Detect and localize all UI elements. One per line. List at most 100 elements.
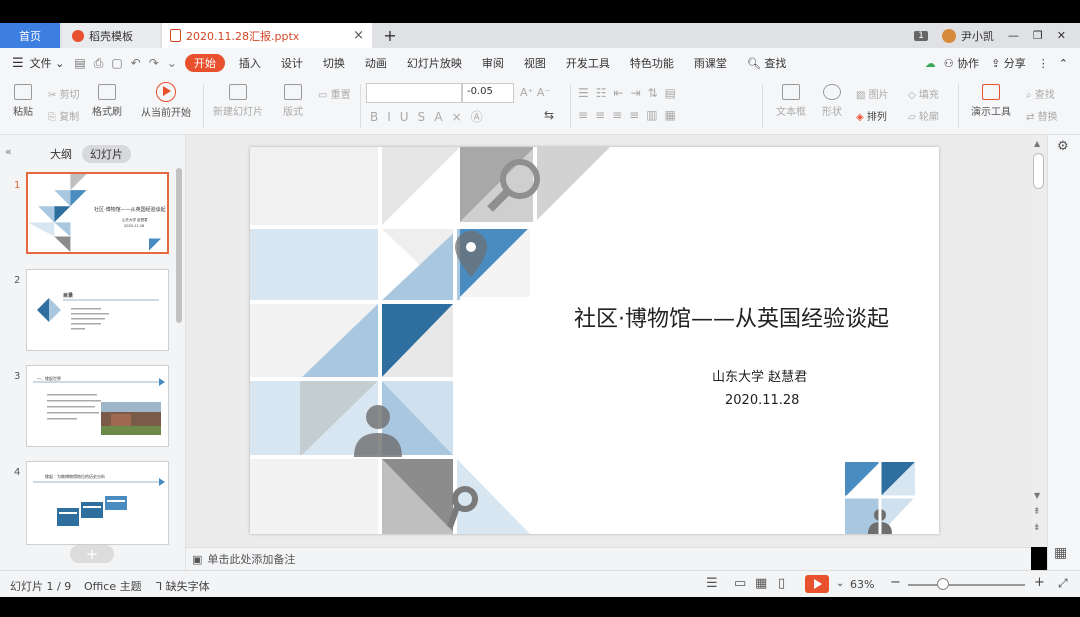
text-box-button[interactable]: 文本框	[772, 84, 810, 118]
presentation-tools-button[interactable]: 演示工具	[965, 84, 1017, 118]
add-slide-button[interactable]: +	[70, 545, 114, 563]
file-menu[interactable]: 文件 ⌄	[28, 48, 71, 78]
slide-sorter-icon[interactable]: ▦	[755, 576, 767, 591]
copy-button[interactable]: ⎘ 复制	[48, 108, 79, 123]
picture-button[interactable]: ▨ 图片	[856, 86, 889, 101]
properties-icon[interactable]: ⚙	[1057, 139, 1069, 154]
play-options-icon[interactable]: ⌄	[836, 578, 844, 589]
cut-button[interactable]: ✂ 剪切	[48, 86, 80, 101]
reading-view-icon[interactable]: ▯	[778, 576, 785, 591]
slide-thumbnail-2[interactable]: 目录	[26, 269, 169, 351]
menu-rain-classroom[interactable]: 雨课堂	[684, 48, 737, 78]
collapse-ribbon-icon[interactable]: ⌃	[1055, 48, 1080, 78]
zoom-slider-handle[interactable]	[937, 578, 949, 590]
alignment-buttons[interactable]: ≡≡≡≡▥▦	[578, 108, 683, 122]
more-icon[interactable]: ⋮	[1032, 48, 1055, 78]
menu-review[interactable]: 审阅	[472, 48, 514, 78]
slide-thumbnail-3[interactable]: 一、缘起世界	[26, 365, 169, 447]
fill-button[interactable]: ◇ 填充	[908, 86, 939, 101]
paragraph-buttons[interactable]: ☰☷⇤⇥⇅▤	[578, 86, 683, 100]
cut-label: 剪切	[59, 90, 80, 101]
redo-icon[interactable]: ↷	[145, 56, 163, 70]
paste-button[interactable]: 粘贴	[8, 84, 38, 118]
slide-author[interactable]: 山东大学 赵慧君	[712, 366, 807, 385]
scroll-up-icon[interactable]: ▲	[1034, 139, 1040, 148]
font-size-select[interactable]: -0.05	[462, 83, 514, 103]
menu-features[interactable]: 特色功能	[620, 48, 684, 78]
new-slide-button[interactable]: 新建幻灯片	[210, 84, 266, 118]
current-slide[interactable]: 社区·博物馆——从英国经验谈起 山东大学 赵慧君 2020.11.28	[250, 147, 939, 534]
close-tab-button[interactable]: ×	[353, 28, 364, 43]
thumbnail-scrollbar[interactable]	[176, 168, 182, 323]
new-tab-button[interactable]: +	[380, 23, 400, 48]
thumbnail-heading: 一、缘起世界	[37, 376, 61, 381]
missing-font-button[interactable]: Ꞁ 缺失字体	[156, 578, 210, 594]
collaborate-button[interactable]: ⚇ 协作	[938, 48, 985, 78]
slide-date[interactable]: 2020.11.28	[725, 393, 799, 408]
close-window-icon[interactable]: ✕	[1057, 29, 1066, 42]
menu-home[interactable]: 开始	[184, 54, 225, 72]
menu-transition[interactable]: 切换	[313, 48, 355, 78]
window-count-badge[interactable]: 1	[914, 30, 928, 41]
next-slide-icon[interactable]: ⇟	[1033, 523, 1041, 533]
zoom-level[interactable]: 63%	[850, 578, 874, 591]
fit-to-window-icon[interactable]: ⤢	[1058, 576, 1068, 591]
undo-icon[interactable]: ↶	[127, 56, 145, 70]
slide-thumbnail-4[interactable]: 缘起：为做博物馆地位的历史分析	[26, 461, 169, 545]
ribbon-divider	[958, 84, 959, 128]
share-button[interactable]: ⇪ 分享	[985, 48, 1032, 78]
window-controls: 1 尹小凯 — ❐ ✕	[914, 23, 1080, 48]
slide-title[interactable]: 社区·博物馆——从英国经验谈起	[574, 301, 889, 333]
format-painter-button[interactable]: 格式刷	[90, 84, 124, 118]
play-from-current-button[interactable]: 从当前开始	[136, 82, 196, 119]
normal-view-icon[interactable]: ▭	[734, 576, 746, 591]
picture-label: 图片	[868, 90, 889, 101]
font-style-buttons[interactable]: BIUSA×Ⓐ	[370, 108, 492, 125]
menu-animation[interactable]: 动画	[355, 48, 397, 78]
collapse-pane-icon[interactable]: «	[5, 145, 12, 158]
menu-slideshow[interactable]: 幻灯片放映	[397, 48, 472, 78]
tab-document[interactable]: 2020.11.28汇报.pptx ×	[162, 23, 372, 48]
canvas-scrollbar[interactable]: ▲ ▼ ⇞ ⇟	[1031, 135, 1047, 547]
zoom-out-icon[interactable]: −	[890, 575, 901, 590]
slide-thumbnail-1[interactable]: 社区·博物馆——从英国经验谈起 山东大学 赵慧君 2020.11.28	[26, 172, 169, 254]
tab-slides[interactable]: 幻灯片	[82, 145, 131, 163]
zoom-slider[interactable]	[908, 584, 1025, 586]
minimize-icon[interactable]: —	[1008, 29, 1019, 42]
search-button[interactable]: 🔍︎ 查找	[737, 48, 796, 78]
font-grow-shrink[interactable]: A⁺ A⁻	[520, 86, 550, 99]
menu-view[interactable]: 视图	[514, 48, 556, 78]
previous-slide-icon[interactable]: ⇞	[1033, 507, 1041, 517]
slideshow-play-button[interactable]	[805, 575, 829, 593]
tab-template[interactable]: 稻壳模板	[62, 23, 160, 48]
tab-home[interactable]: 首页	[0, 23, 60, 48]
grid-view-icon[interactable]: ▦	[1054, 545, 1067, 561]
print-preview-icon[interactable]: ▢	[107, 56, 126, 70]
notes-toggle-icon[interactable]: ☰	[706, 576, 718, 591]
quick-access-dropdown-icon[interactable]: ⌄	[163, 56, 181, 70]
text-effect-button[interactable]: ⇆	[544, 108, 554, 122]
print-icon[interactable]: ⎙	[90, 56, 108, 71]
cloud-sync-icon[interactable]: ☁	[923, 48, 938, 78]
menu-insert[interactable]: 插入	[229, 48, 271, 78]
scrollbar-thumb[interactable]	[1033, 153, 1044, 189]
notes-bar[interactable]: ▣ 单击此处添加备注	[186, 547, 1031, 570]
restore-icon[interactable]: ❐	[1033, 29, 1043, 42]
zoom-in-icon[interactable]: +	[1034, 575, 1045, 590]
user-account[interactable]: 尹小凯	[941, 28, 994, 44]
fill-label: 填充	[918, 90, 939, 101]
layout-button[interactable]: 版式	[276, 84, 310, 118]
save-icon[interactable]: ▤	[70, 56, 89, 70]
reset-button[interactable]: ▭ 重置	[318, 86, 351, 101]
menu-developer[interactable]: 开发工具	[556, 48, 620, 78]
find-button[interactable]: ⌕ 查找	[1026, 86, 1055, 101]
replace-button[interactable]: ⇄ 替换	[1026, 108, 1058, 123]
shape-button[interactable]: 形状	[818, 84, 846, 118]
arrange-button[interactable]: ◈ 排列	[856, 108, 887, 123]
tab-outline[interactable]: 大纲	[50, 146, 72, 162]
scroll-down-icon[interactable]: ▼	[1034, 491, 1040, 500]
outline-button[interactable]: ▱ 轮廓	[908, 108, 939, 123]
font-name-select[interactable]	[366, 83, 462, 103]
menu-design[interactable]: 设计	[271, 48, 313, 78]
hamburger-menu-icon[interactable]: ☰	[0, 48, 28, 78]
